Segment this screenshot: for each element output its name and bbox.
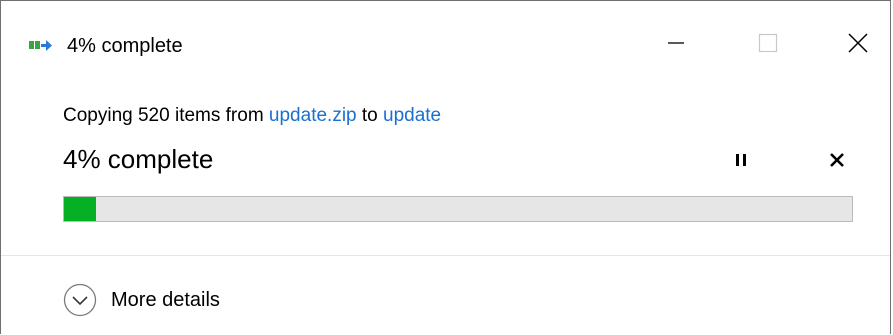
- source-link[interactable]: update.zip: [269, 105, 357, 126]
- cancel-button[interactable]: [819, 147, 855, 177]
- pause-icon: [733, 152, 749, 173]
- destination-link[interactable]: update: [383, 105, 441, 126]
- pause-button[interactable]: [723, 147, 759, 177]
- window-title: 4% complete: [67, 35, 183, 57]
- maximize-icon: [758, 33, 778, 58]
- minimize-button[interactable]: [653, 25, 699, 65]
- minimize-icon: [667, 34, 685, 57]
- copy-description: Copying 520 items from update.zip to upd…: [63, 105, 441, 127]
- divider: [1, 255, 890, 256]
- chevron-down-circle-icon: [63, 283, 97, 317]
- progress-bar-fill: [64, 197, 96, 221]
- more-details-label: More details: [111, 288, 220, 311]
- more-details-button[interactable]: More details: [63, 283, 220, 317]
- copy-prefix: Copying 520 items from: [63, 105, 269, 126]
- copy-progress-window: 4% complete Copying 520 items from updat…: [0, 0, 891, 334]
- title-bar[interactable]: 4% complete: [1, 1, 890, 91]
- copy-connector: to: [356, 105, 384, 126]
- progress-status: 4% complete: [63, 144, 214, 174]
- cancel-icon: [829, 152, 845, 173]
- close-button[interactable]: [835, 25, 881, 65]
- progress-bar: [63, 196, 853, 222]
- file-copy-icon: [29, 38, 53, 54]
- maximize-button[interactable]: [745, 25, 791, 65]
- close-icon: [847, 32, 869, 59]
